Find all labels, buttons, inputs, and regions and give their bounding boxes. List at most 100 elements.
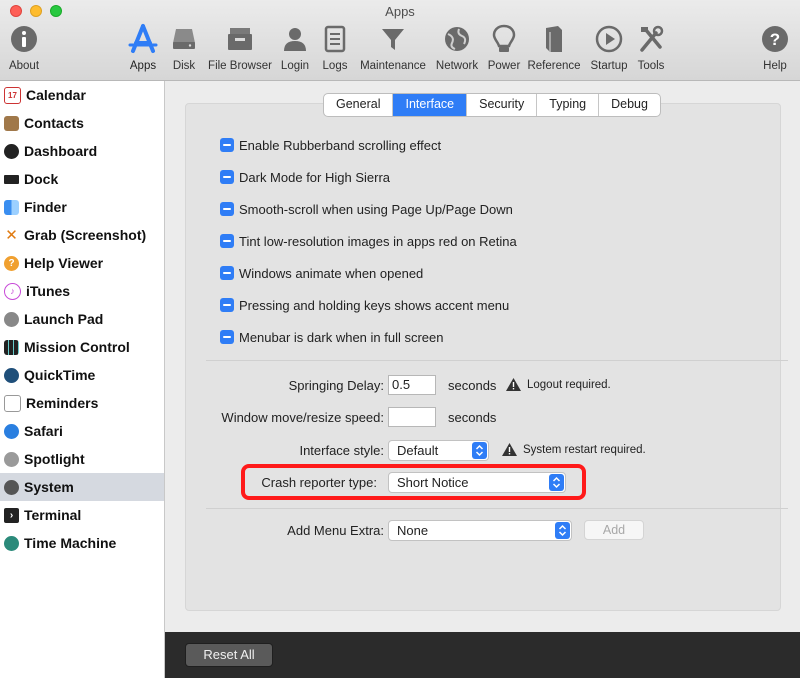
menu-extra-select[interactable]: None <box>388 520 572 541</box>
toolbar-file-browser-label: File Browser <box>208 60 272 72</box>
svg-text:?: ? <box>770 30 780 49</box>
spotlight-icon <box>4 451 19 467</box>
sidebar-item-help-viewer[interactable]: ? Help Viewer <box>0 249 164 277</box>
toolbar-power[interactable]: Power <box>486 22 522 76</box>
sidebar-item-finder[interactable]: Finder <box>0 193 164 221</box>
sidebar-item-dashboard[interactable]: Dashboard <box>0 137 164 165</box>
toolbar-tools[interactable]: Tools <box>634 22 668 76</box>
option-smooth-scroll[interactable]: Smooth-scroll when using Page Up/Page Do… <box>220 200 513 218</box>
sidebar-item-terminal[interactable]: › Terminal <box>0 501 164 529</box>
sidebar-item-reminders[interactable]: Reminders <box>0 389 164 417</box>
option-label: Windows animate when opened <box>239 265 424 281</box>
tab-security[interactable]: Security <box>467 94 538 116</box>
checkbox-mixed[interactable] <box>220 202 234 216</box>
option-rubberband[interactable]: Enable Rubberband scrolling effect <box>220 136 441 154</box>
sidebar-item-mission-control[interactable]: Mission Control <box>0 333 164 361</box>
tab-typing[interactable]: Typing <box>537 94 600 116</box>
sidebar-item-quicktime[interactable]: QuickTime <box>0 361 164 389</box>
sidebar-item-label: Help Viewer <box>24 255 104 271</box>
checkbox-mixed[interactable] <box>220 330 234 344</box>
option-menubar-dark[interactable]: Menubar is dark when in full screen <box>220 328 444 346</box>
app-window: Apps About Apps Disk File Browser Login … <box>0 0 800 678</box>
person-icon <box>278 22 312 56</box>
springing-delay-label: Springing Delay: <box>288 378 384 393</box>
sidebar-item-dock[interactable]: Dock <box>0 165 164 193</box>
safari-icon <box>4 423 19 439</box>
tab-general[interactable]: General <box>324 94 394 116</box>
toolbar-reference[interactable]: Reference <box>526 22 582 76</box>
sidebar-item-time-machine[interactable]: Time Machine <box>0 529 164 557</box>
toolbar-maintenance[interactable]: Maintenance <box>358 22 428 76</box>
toolbar-login[interactable]: Login <box>278 22 312 76</box>
logout-warning-text: Logout required. <box>527 378 611 391</box>
info-icon <box>4 22 44 56</box>
checkbox-mixed[interactable] <box>220 234 234 248</box>
crash-reporter-select[interactable]: Short Notice <box>388 472 566 493</box>
toolbar-file-browser[interactable]: File Browser <box>206 22 274 76</box>
document-list-icon <box>318 22 352 56</box>
restart-warning-text: System restart required. <box>523 443 646 456</box>
toolbar-apps[interactable]: Apps <box>124 22 162 76</box>
tab-interface[interactable]: Interface <box>393 94 468 116</box>
springing-delay-input[interactable]: 0.5 <box>388 375 436 395</box>
sidebar-item-label: iTunes <box>26 283 71 299</box>
sidebar-item-itunes[interactable]: ♪ iTunes <box>0 277 164 305</box>
sidebar-item-calendar[interactable]: 17 Calendar <box>0 81 164 109</box>
reminders-icon <box>4 394 21 412</box>
checkbox-mixed[interactable] <box>220 138 234 152</box>
toolbar-disk-label: Disk <box>172 60 196 72</box>
option-accent-menu[interactable]: Pressing and holding keys shows accent m… <box>220 296 509 314</box>
toolbar-about-label: About <box>8 60 40 72</box>
crash-reporter-label: Crash reporter type: <box>261 475 377 490</box>
toolbar-logs[interactable]: Logs <box>318 22 352 76</box>
toolbar-reference-label: Reference <box>527 60 581 72</box>
mission-control-icon <box>4 339 19 355</box>
funnel-icon <box>358 22 428 56</box>
toolbar-startup[interactable]: Startup <box>587 22 631 76</box>
grab-icon: ✕ <box>5 227 18 244</box>
apps-icon <box>124 22 162 56</box>
sidebar-item-label: QuickTime <box>24 367 96 383</box>
toolbar-about[interactable]: About <box>4 22 44 76</box>
checkbox-mixed[interactable] <box>220 170 234 184</box>
chevron-updown-icon <box>472 442 487 459</box>
sidebar: 17 Calendar Contacts Dashboard Dock Find… <box>0 81 165 678</box>
sidebar-item-label: Contacts <box>24 115 84 131</box>
option-animate[interactable]: Windows animate when opened <box>220 264 423 282</box>
sidebar-item-label: Mission Control <box>24 339 130 355</box>
tab-debug[interactable]: Debug <box>599 94 660 116</box>
checkbox-mixed[interactable] <box>220 266 234 280</box>
sidebar-item-launch-pad[interactable]: Launch Pad <box>0 305 164 333</box>
window-speed-unit: seconds <box>448 410 497 425</box>
toolbar-disk[interactable]: Disk <box>168 22 200 76</box>
interface-style-select[interactable]: Default <box>388 440 489 461</box>
option-dark-mode[interactable]: Dark Mode for High Sierra <box>220 168 390 186</box>
toolbar-startup-label: Startup <box>590 60 628 72</box>
sidebar-item-label: Safari <box>24 423 63 439</box>
reset-all-button[interactable]: Reset All <box>185 643 273 667</box>
itunes-icon: ♪ <box>4 282 21 300</box>
toolbar-network[interactable]: Network <box>434 22 480 76</box>
sidebar-item-label: Launch Pad <box>24 311 104 327</box>
checkbox-mixed[interactable] <box>220 298 234 312</box>
sidebar-item-safari[interactable]: Safari <box>0 417 164 445</box>
option-tint[interactable]: Tint low-resolution images in apps red o… <box>220 232 517 250</box>
footer-bar: Reset All <box>165 632 800 678</box>
toolbar-apps-label: Apps <box>129 60 157 72</box>
toolbar-help[interactable]: ? Help <box>758 22 792 76</box>
sidebar-item-contacts[interactable]: Contacts <box>0 109 164 137</box>
window-speed-input[interactable] <box>388 407 436 427</box>
sidebar-item-label: Terminal <box>24 507 82 523</box>
logout-warning: Logout required. <box>506 378 611 391</box>
toolbar-network-label: Network <box>435 60 479 72</box>
sidebar-item-system[interactable]: System <box>0 473 164 501</box>
sidebar-item-label: Grab (Screenshot) <box>24 227 147 243</box>
sidebar-item-grab[interactable]: ✕ Grab (Screenshot) <box>0 221 164 249</box>
add-menu-extra-button[interactable]: Add <box>584 520 644 540</box>
finder-icon <box>4 199 19 215</box>
sidebar-item-label: System <box>24 479 74 495</box>
quicktime-icon <box>4 367 19 383</box>
interface-style-label: Interface style: <box>299 443 384 458</box>
sidebar-item-spotlight[interactable]: Spotlight <box>0 445 164 473</box>
divider <box>206 360 788 361</box>
